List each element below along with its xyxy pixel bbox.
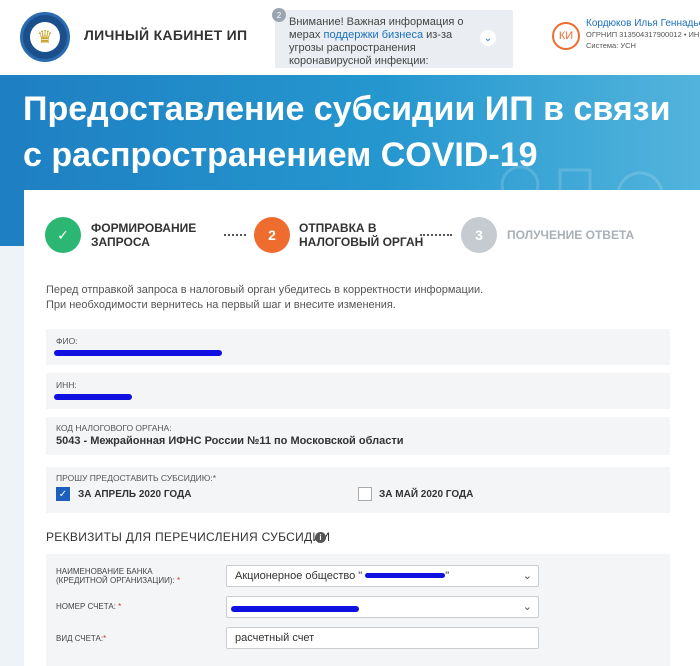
user-ogrnip: ОГРНИП 313504317900012 • ИН (586, 30, 700, 39)
account-type-label: ВИД СЧЕТА:* (56, 634, 107, 643)
notice-count-badge: 2 (272, 8, 286, 22)
bank-select[interactable]: Акционерное общество " " ⌄ (226, 565, 539, 587)
step-1-label: Формирование запроса (91, 221, 197, 249)
app-title[interactable]: ЛИЧНЫЙ КАБИНЕТ ИП (84, 27, 247, 43)
page-title: Предоставление субсидии ИП в связи с рас… (23, 90, 671, 174)
inn-field: ИНН: (46, 373, 670, 409)
subsidy-label: ПРОШУ ПРЕДОСТАВИТЬ СУБСИДИЮ:* (56, 473, 217, 483)
tax-code-value: 5043 - Межрайонная ИФНС России №11 по Мо… (56, 435, 404, 447)
inn-label: ИНН: (56, 380, 77, 390)
step-1-check-icon: ✓ (45, 217, 81, 253)
user-info[interactable]: Кордюков Илья Геннадье ОГРНИП 3135043179… (586, 18, 700, 51)
bank-value: Акционерное общество " (235, 570, 363, 582)
step-connector (224, 234, 246, 236)
account-number-label: НОМЕР СЧЕТА: * (56, 602, 122, 611)
step-2-label: Отправка в налоговый орган (299, 221, 424, 249)
tax-code-label: КОД НАЛОГОВОГО ОРГАНА: (56, 423, 172, 433)
covid-notice[interactable]: Внимание! Важная информация о мерах подд… (275, 10, 513, 68)
step-3-circle: 3 (461, 217, 497, 253)
account-number-select[interactable]: ⌄ (226, 596, 539, 618)
user-name[interactable]: Кордюков Илья Геннадье (586, 18, 700, 29)
fio-label: ФИО: (56, 336, 78, 346)
eagle-emblem-icon: ♛ (30, 22, 60, 52)
requisites-panel: НАИМЕНОВАНИЕ БАНКА (КРЕДИТНОЙ ОРГАНИЗАЦИ… (46, 554, 670, 666)
business-support-link[interactable]: поддержки бизнеса (323, 29, 423, 41)
may-label[interactable]: ЗА МАЙ 2020 ГОДА (379, 489, 473, 500)
user-tax-system: Система: УСН (586, 41, 636, 50)
top-header: ♛ ЛИЧНЫЙ КАБИНЕТ ИП Внимание! Важная инф… (0, 0, 700, 75)
chevron-down-icon[interactable]: ⌄ (523, 600, 532, 613)
account-type-input[interactable]: расчетный счет (226, 627, 539, 649)
bank-label: НАИМЕНОВАНИЕ БАНКА (КРЕДИТНОЙ ОРГАНИЗАЦИ… (56, 567, 181, 585)
intro-text: Перед отправкой запроса в налоговый орга… (46, 284, 484, 311)
info-icon[interactable]: i (315, 532, 326, 543)
chevron-down-icon[interactable]: ⌄ (480, 30, 496, 46)
user-avatar[interactable]: КИ (552, 22, 580, 50)
fio-redaction (54, 350, 222, 356)
fns-logo[interactable]: ♛ (20, 12, 70, 62)
bank-redaction (365, 573, 446, 578)
account-redaction (231, 606, 359, 612)
step-3-label: Получение ответа (507, 228, 635, 242)
requisites-section-title: РЕКВИЗИТЫ ДЛЯ ПЕРЕЧИСЛЕНИЯ СУБСИДИИ (46, 530, 331, 544)
fio-field: ФИО: (46, 329, 670, 365)
step-connector (420, 234, 452, 236)
april-label[interactable]: ЗА АПРЕЛЬ 2020 ГОДА (78, 489, 191, 500)
step-2-circle: 2 (254, 217, 290, 253)
april-checkbox[interactable]: ✓ (56, 487, 70, 501)
inn-redaction (54, 394, 132, 400)
may-checkbox[interactable] (358, 487, 372, 501)
tax-authority-field: КОД НАЛОГОВОГО ОРГАНА: 5043 - Межрайонна… (46, 417, 670, 455)
chevron-down-icon[interactable]: ⌄ (523, 569, 532, 582)
subsidy-period-field: ПРОШУ ПРЕДОСТАВИТЬ СУБСИДИЮ:* ✓ ЗА АПРЕЛ… (46, 467, 670, 513)
